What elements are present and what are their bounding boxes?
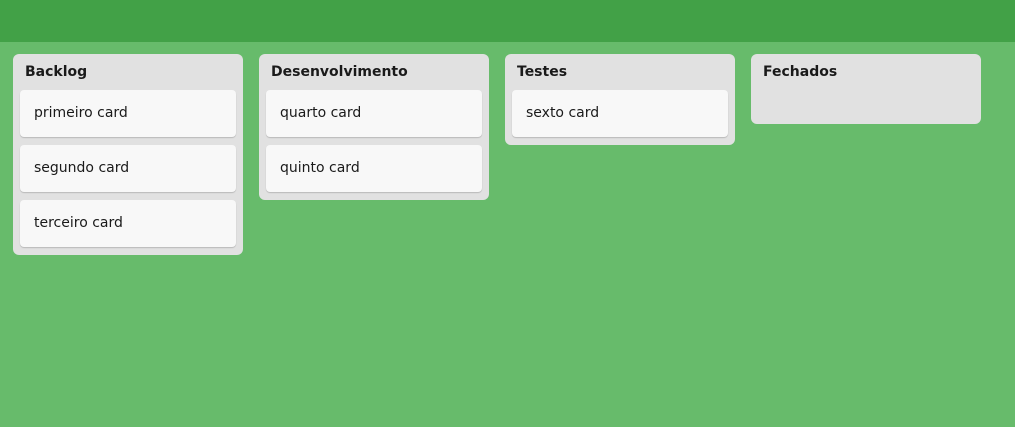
card-container: sexto card xyxy=(512,90,728,137)
card[interactable]: terceiro card xyxy=(20,200,236,247)
list-desenvolvimento: Desenvolvimento quarto card quinto card xyxy=(259,54,489,200)
card[interactable]: primeiro card xyxy=(20,90,236,137)
card[interactable]: segundo card xyxy=(20,145,236,192)
card[interactable]: quarto card xyxy=(266,90,482,137)
list-title: Backlog xyxy=(25,64,88,80)
card-container: primeiro card segundo card terceiro card xyxy=(20,90,236,247)
list-title: Desenvolvimento xyxy=(271,64,408,80)
list-testes: Testes sexto card xyxy=(505,54,735,145)
list-title: Fechados xyxy=(763,64,838,80)
list-title: Testes xyxy=(517,64,568,80)
card-container: quarto card quinto card xyxy=(266,90,482,192)
card[interactable]: sexto card xyxy=(512,90,728,137)
card[interactable]: quinto card xyxy=(266,145,482,192)
list-fechados: Fechados xyxy=(751,54,981,124)
top-bar xyxy=(0,0,1015,42)
list-backlog: Backlog primeiro card segundo card terce… xyxy=(13,54,243,255)
kanban-board: Backlog primeiro card segundo card terce… xyxy=(13,54,997,255)
